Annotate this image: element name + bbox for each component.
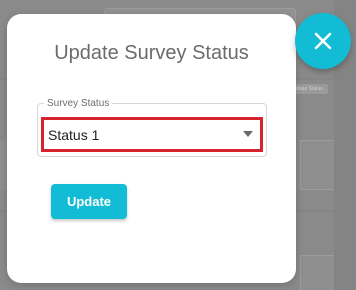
update-button[interactable]: Update	[51, 184, 127, 219]
update-status-dialog: Update Survey Status Survey Status Statu…	[7, 14, 296, 283]
background-side-card	[300, 255, 336, 290]
close-button[interactable]	[295, 13, 351, 69]
survey-status-value: Status 1	[48, 127, 100, 143]
survey-status-field: Survey Status Status 1	[37, 97, 267, 157]
caret-down-icon	[243, 131, 253, 137]
survey-status-select[interactable]: Status 1	[41, 117, 263, 152]
close-icon	[314, 32, 332, 50]
background-side-card	[300, 140, 336, 190]
survey-status-label: Survey Status	[44, 97, 113, 110]
dialog-title: Update Survey Status	[54, 42, 249, 64]
background-left-card	[0, 140, 6, 190]
